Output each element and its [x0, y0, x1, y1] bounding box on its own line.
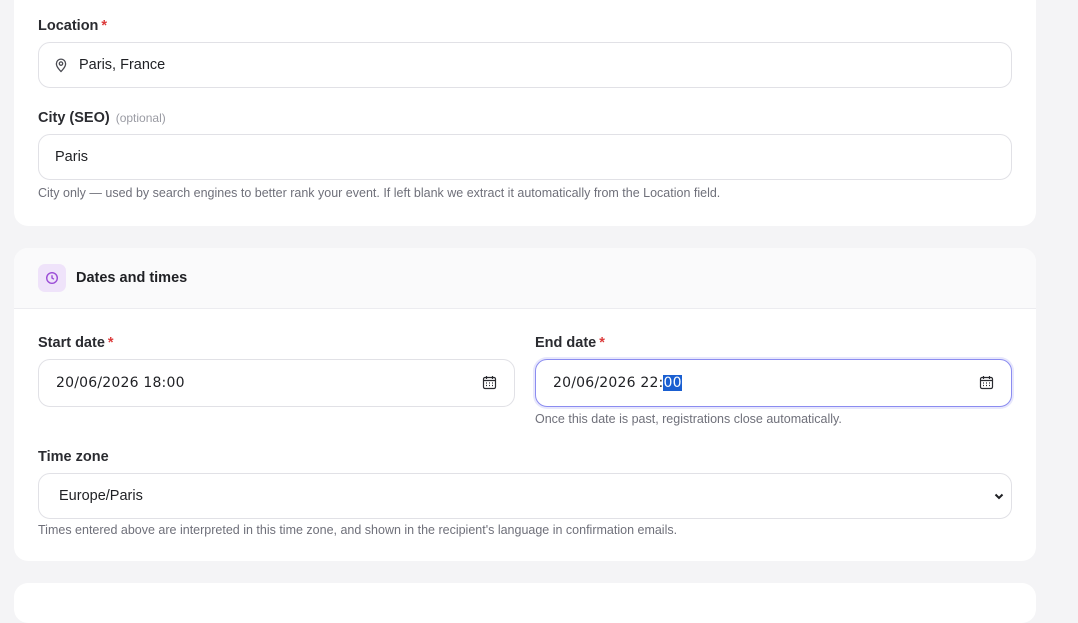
- city-input[interactable]: Paris: [38, 134, 1012, 180]
- required-mark: *: [101, 18, 108, 34]
- timezone-value: Europe/Paris: [59, 488, 143, 504]
- end-date-value-prefix: 20/06/2026 22:: [553, 375, 664, 391]
- end-date-input[interactable]: 20/06/2026 22:00: [535, 359, 1012, 407]
- chevron-down-icon: [993, 490, 1005, 502]
- timezone-help-text: Times entered above are interpreted in t…: [38, 523, 678, 537]
- required-mark: *: [107, 335, 114, 351]
- calendar-icon[interactable]: [482, 375, 497, 390]
- required-mark: *: [599, 335, 605, 351]
- city-label-text: City (SEO): [38, 110, 110, 126]
- start-date-label-text: Start date: [38, 335, 105, 351]
- end-date-label: End date *: [535, 335, 605, 351]
- next-section-card: [14, 583, 1036, 623]
- optional-tag: (optional): [115, 111, 166, 125]
- city-label: City (SEO) (optional): [38, 110, 166, 126]
- city-value: Paris: [55, 149, 89, 165]
- end-date-help-text: Once this date is past, registrations cl…: [535, 412, 842, 426]
- location-card: Location * Paris, France City (SEO) (optio…: [14, 0, 1036, 226]
- location-value: Paris, France: [79, 57, 166, 73]
- end-date-label-text: End date: [535, 335, 597, 351]
- start-date-input[interactable]: 20/06/2026 18:00: [38, 359, 515, 407]
- start-date-label: Start date *: [38, 335, 114, 351]
- location-input[interactable]: Paris, France: [38, 42, 1012, 88]
- dates-times-card: Dates and times Start date * 20/06/2026 1…: [14, 248, 1036, 561]
- section-title: Dates and times: [76, 270, 188, 286]
- timezone-label: Time zone: [38, 449, 109, 465]
- location-label-text: Location: [38, 18, 99, 34]
- selected-minutes: 00: [663, 375, 682, 391]
- end-date-value: 20/06/2026 22:00: [553, 375, 682, 391]
- location-label: Location *: [38, 18, 107, 34]
- section-header: Dates and times: [14, 248, 1036, 309]
- timezone-select[interactable]: Europe/Paris: [38, 473, 1012, 519]
- calendar-icon[interactable]: [979, 375, 994, 390]
- map-pin-icon: [53, 57, 69, 73]
- clock-icon: [38, 264, 66, 292]
- city-help-text: City only — used by search engines to be…: [38, 186, 721, 200]
- start-date-value: 20/06/2026 18:00: [56, 375, 185, 391]
